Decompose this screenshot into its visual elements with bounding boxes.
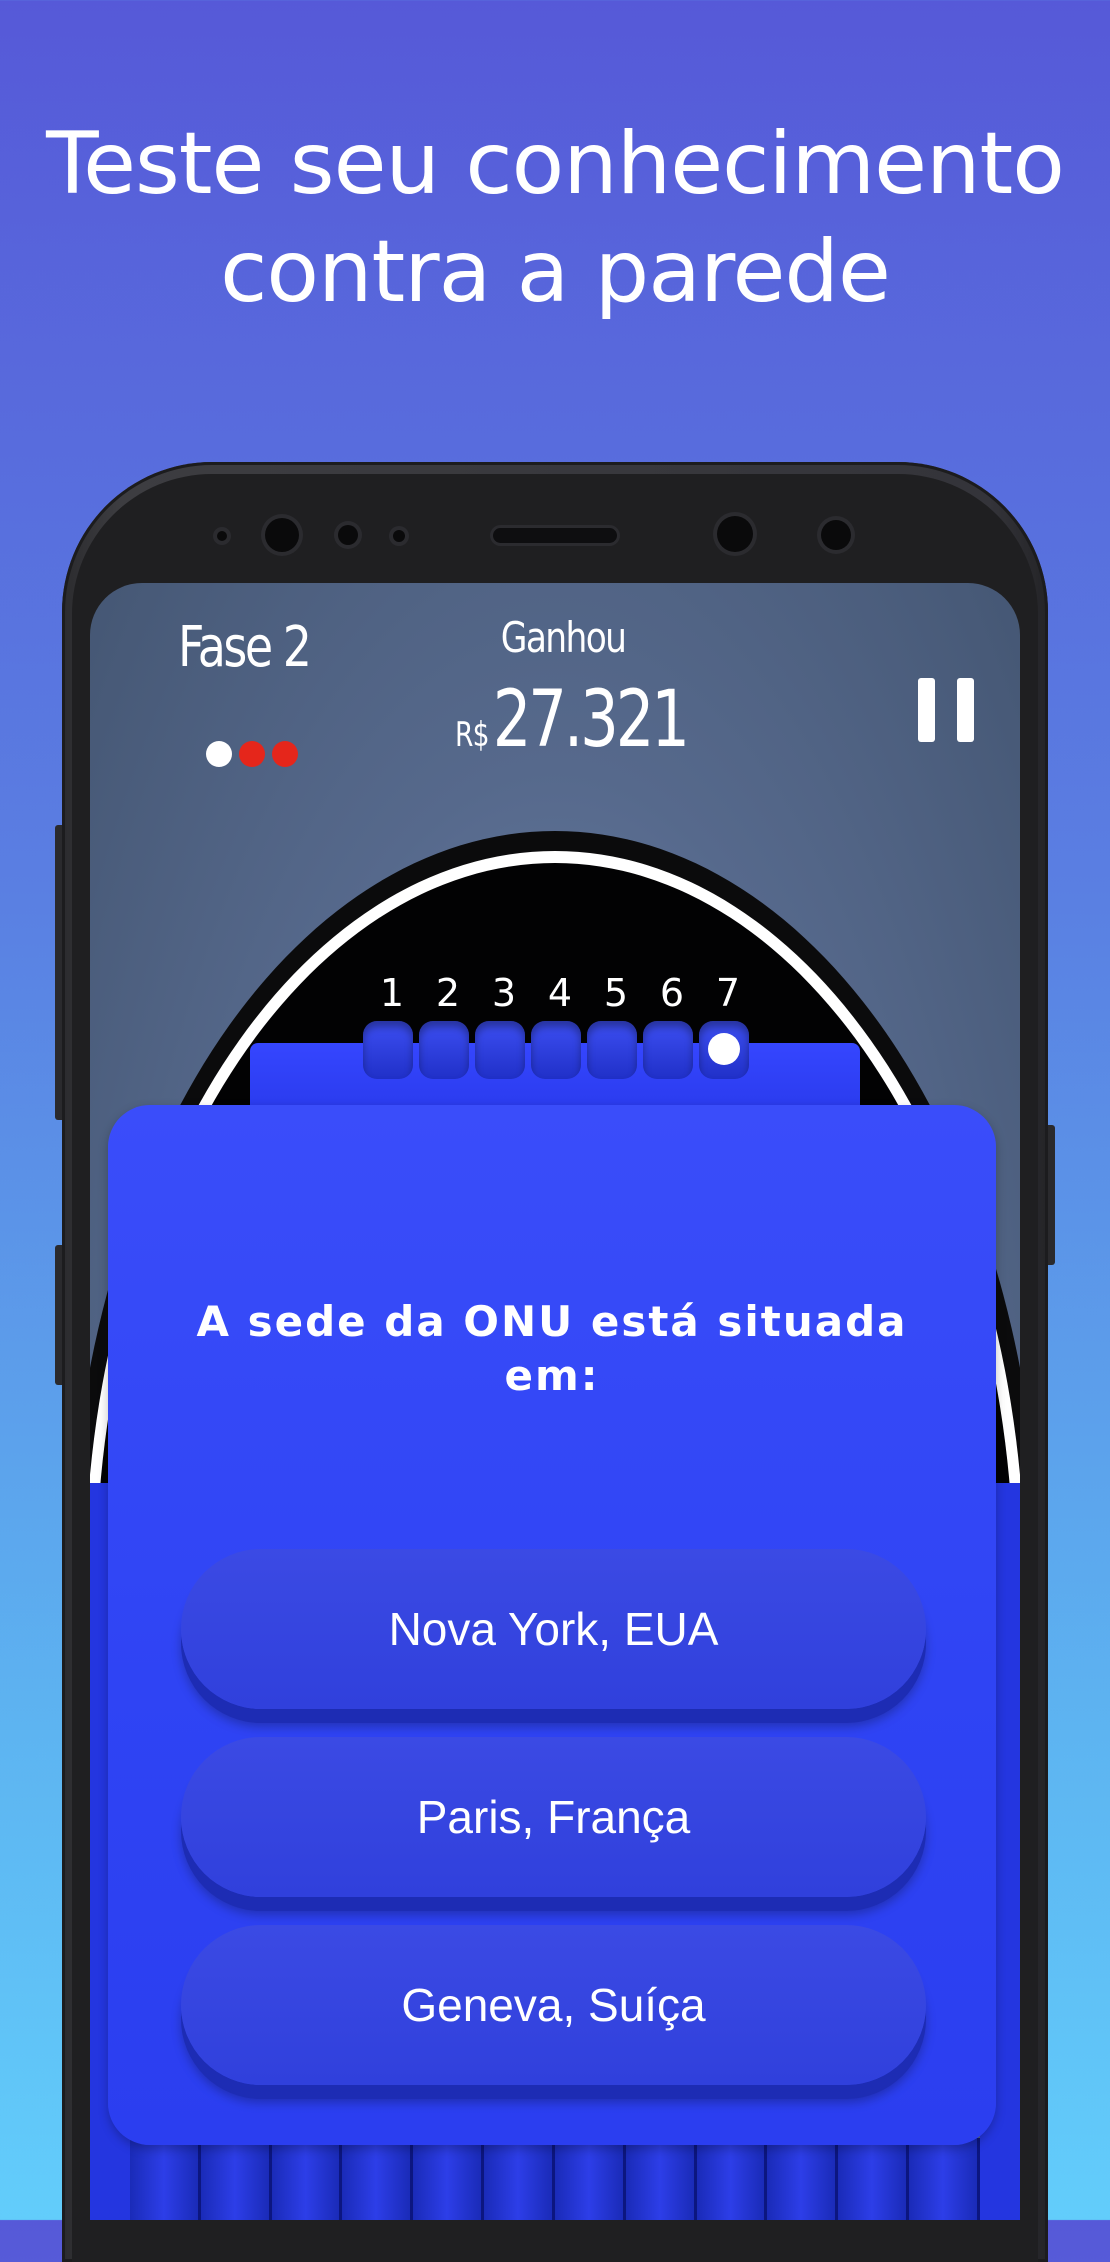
pause-button[interactable] bbox=[918, 678, 976, 742]
headline-line-2: contra a parede bbox=[220, 222, 891, 322]
wall-peg bbox=[484, 2138, 555, 2220]
pause-icon bbox=[918, 678, 935, 742]
drop-slot-4[interactable] bbox=[531, 1021, 581, 1079]
wall-peg bbox=[271, 2138, 343, 2220]
proximity-sensor-icon bbox=[217, 531, 227, 541]
life-dot bbox=[239, 741, 265, 767]
pause-icon bbox=[957, 678, 974, 742]
amount-value: 27.321 bbox=[492, 675, 690, 765]
ball-puck bbox=[708, 1033, 740, 1065]
phase-label: Fase 2 bbox=[178, 615, 312, 680]
answer-button-1[interactable]: Nova York, EUA bbox=[181, 1549, 926, 1709]
slot-number: 5 bbox=[603, 971, 628, 1015]
slot-numbers: 1 2 3 4 5 6 7 bbox=[363, 971, 755, 1015]
promo-headline: Teste seu conhecimento contra a parede bbox=[0, 110, 1110, 326]
wall-peg bbox=[909, 2138, 980, 2220]
drop-slots bbox=[363, 1021, 755, 1079]
drop-slot-6[interactable] bbox=[643, 1021, 693, 1079]
slot-number: 7 bbox=[715, 971, 740, 1015]
wall-peg bbox=[413, 2138, 485, 2220]
lives-indicator bbox=[206, 741, 298, 767]
wall-peg bbox=[130, 2138, 201, 2220]
front-camera-icon bbox=[265, 518, 299, 552]
winnings-label: Ganhou bbox=[500, 613, 627, 662]
life-dot bbox=[272, 741, 298, 767]
slot-number: 6 bbox=[659, 971, 684, 1015]
wall-peg bbox=[838, 2138, 910, 2220]
winnings-amount: R$ 27.321 bbox=[455, 675, 690, 765]
drop-slot-2[interactable] bbox=[419, 1021, 469, 1079]
wall-peg bbox=[554, 2138, 626, 2220]
drop-slot-7[interactable] bbox=[699, 1021, 749, 1079]
life-dot bbox=[206, 741, 232, 767]
wall-peg bbox=[342, 2138, 414, 2220]
slot-number: 2 bbox=[435, 971, 460, 1015]
drop-slot-1[interactable] bbox=[363, 1021, 413, 1079]
drop-slot-5[interactable] bbox=[587, 1021, 637, 1079]
slot-number: 3 bbox=[491, 971, 516, 1015]
answer-button-3[interactable]: Geneva, Suíça bbox=[181, 1925, 926, 2085]
wall-peg bbox=[767, 2138, 839, 2220]
question-card: A sede da ONU está situada em: Nova York… bbox=[108, 1105, 996, 2145]
wall-peg bbox=[200, 2138, 272, 2220]
sensor-icon bbox=[338, 525, 358, 545]
drop-slot-3[interactable] bbox=[475, 1021, 525, 1079]
iris-camera-icon bbox=[717, 516, 753, 552]
slot-number: 1 bbox=[379, 971, 404, 1015]
question-text: A sede da ONU está situada em: bbox=[196, 1297, 908, 1400]
wall-pegs bbox=[130, 2138, 980, 2220]
wall-peg bbox=[625, 2138, 697, 2220]
answer-button-2[interactable]: Paris, França bbox=[181, 1737, 926, 1897]
iris-sensor-icon bbox=[821, 520, 851, 550]
sensor-dot-icon bbox=[393, 530, 405, 542]
wall-peg bbox=[696, 2138, 768, 2220]
game-screen: 1 2 3 4 5 6 7 Fase 2 Ganhou R$ 27.321 A … bbox=[90, 583, 1020, 2220]
currency-symbol: R$ bbox=[455, 715, 490, 755]
headline-line-1: Teste seu conhecimento bbox=[46, 114, 1065, 214]
slot-number: 4 bbox=[547, 971, 572, 1015]
earpiece-speaker bbox=[493, 528, 617, 543]
